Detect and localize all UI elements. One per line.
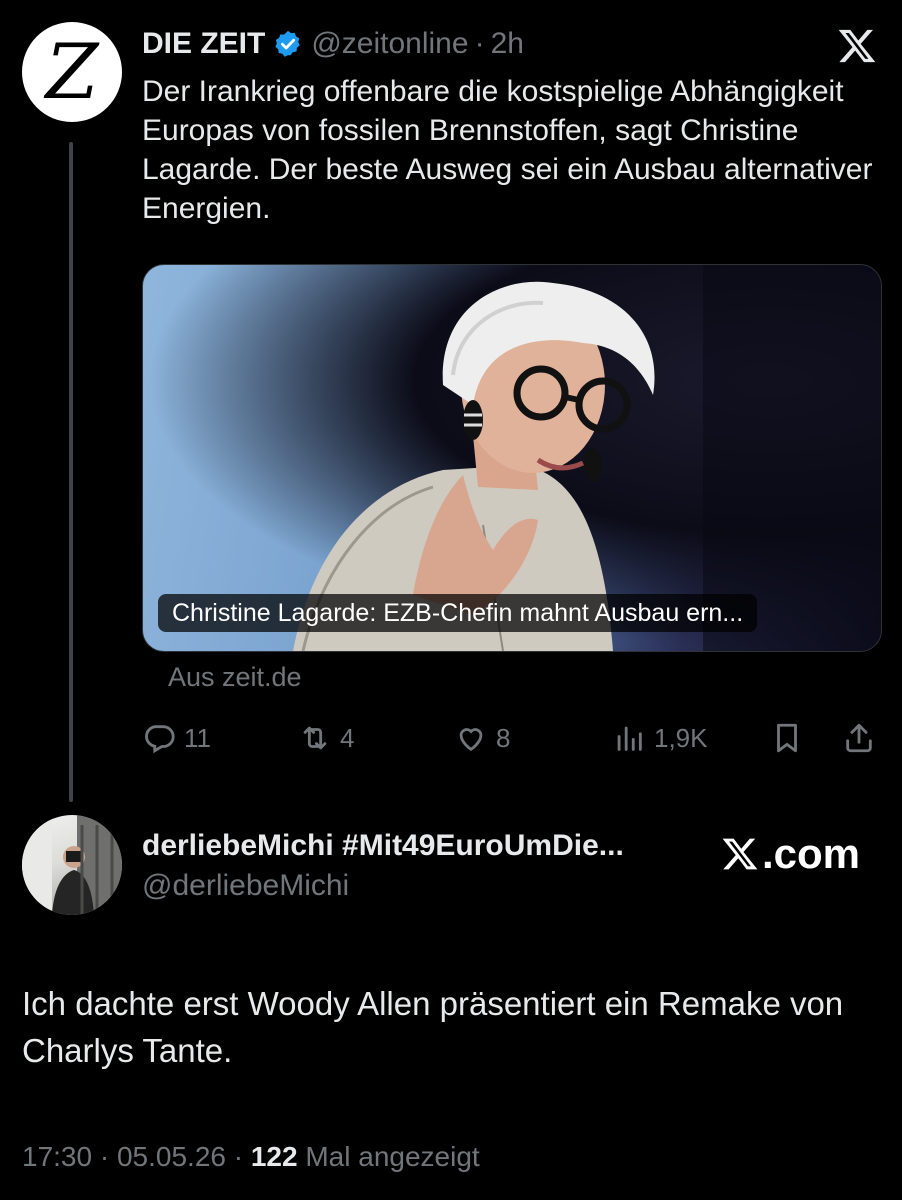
reply-author-handle[interactable]: @derliebeMichi: [142, 869, 349, 903]
footer-separator: ·: [92, 1141, 117, 1172]
view-count: 122: [250, 1141, 298, 1172]
tweet-footer: 17:30 · 05.05.26 · 122 Mal angezeigt: [22, 1141, 480, 1173]
repost-button[interactable]: 4: [298, 716, 354, 760]
reply-tweet-text: Ich dachte erst Woody Allen präsentiert …: [22, 985, 844, 1069]
watermark-text: .com: [762, 830, 861, 877]
post-date[interactable]: 05.05.26: [117, 1141, 226, 1172]
tweet-action-bar: 11 4 8 1,9K: [142, 716, 882, 760]
link-source[interactable]: Aus zeit.de: [168, 662, 302, 693]
analytics-icon: [617, 726, 642, 751]
zeit-avatar[interactable]: Z: [22, 22, 122, 122]
like-count: 8: [496, 722, 511, 753]
reply-icon: [145, 725, 175, 754]
quoted-tweet-text: Der Irankrieg offenbare die kostspielige…: [142, 75, 873, 225]
bookmark-icon: [777, 723, 797, 753]
author-handle[interactable]: @zeitonline: [311, 24, 468, 64]
x-logo-icon[interactable]: [836, 26, 878, 66]
footer-separator: ·: [225, 1141, 251, 1172]
michi-avatar[interactable]: [22, 815, 122, 915]
repost-icon: [303, 726, 327, 750]
avatar-photo: [22, 815, 122, 915]
views-button[interactable]: 1,9K: [612, 716, 708, 760]
author-name[interactable]: DIE ZEIT: [142, 24, 265, 64]
thread-line: [69, 142, 73, 802]
avatar-letter: Z: [45, 27, 99, 116]
separator-dot: ·: [474, 27, 485, 60]
repost-count: 4: [340, 722, 355, 753]
heart-icon: [459, 728, 483, 752]
reply-author-name[interactable]: derliebeMichi #Mit49EuroUmDie...: [142, 829, 624, 863]
like-button[interactable]: 8: [454, 716, 510, 760]
x-logo-icon: [722, 838, 758, 870]
link-card-caption[interactable]: Christine Lagarde: EZB-Chefin mahnt Ausb…: [158, 594, 758, 632]
share-button[interactable]: [842, 716, 884, 760]
view-label: Mal angezeigt: [297, 1141, 480, 1172]
quoted-tweet-header: DIE ZEIT @zeitonline · 2h: [142, 24, 524, 64]
bookmark-button[interactable]: [770, 716, 812, 760]
reply-count: 11: [184, 722, 211, 753]
post-time[interactable]: 17:30: [22, 1141, 92, 1172]
xcom-watermark: .com: [720, 830, 860, 878]
share-icon: [846, 723, 872, 753]
reply-button[interactable]: 11: [142, 716, 211, 760]
verified-badge-icon: [275, 30, 301, 57]
post-time[interactable]: 2h: [491, 24, 524, 64]
views-count: 1,9K: [654, 722, 708, 753]
